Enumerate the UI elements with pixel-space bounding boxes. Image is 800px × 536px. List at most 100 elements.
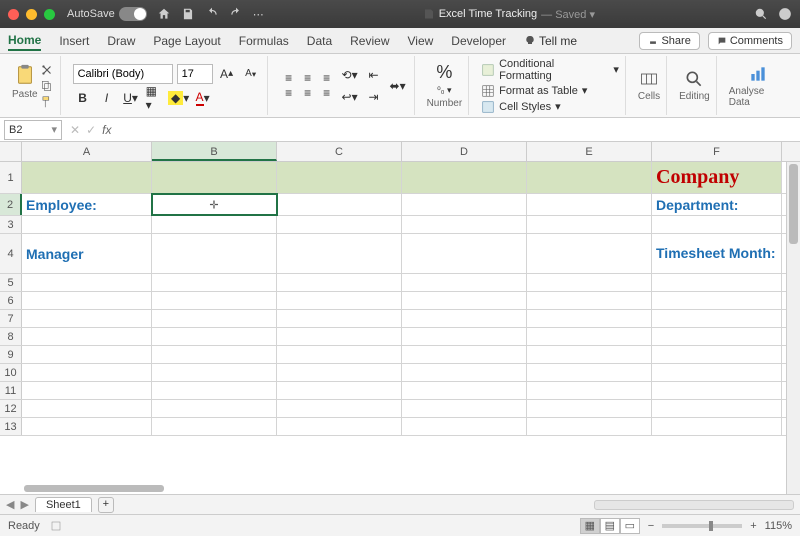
cell-C1[interactable] <box>277 162 402 193</box>
cell-E8[interactable] <box>527 328 652 345</box>
window-controls[interactable] <box>8 9 55 20</box>
overflow-icon[interactable]: ⋯ <box>253 8 264 21</box>
share-button[interactable]: Share <box>639 32 699 50</box>
cell-C12[interactable] <box>277 400 402 417</box>
cell-E11[interactable] <box>527 382 652 399</box>
home-icon[interactable] <box>157 7 171 21</box>
horizontal-scrollbar[interactable] <box>594 500 794 510</box>
tab-data[interactable]: Data <box>307 32 332 50</box>
cell-E12[interactable] <box>527 400 652 417</box>
merge-icon[interactable]: ⬌▾ <box>388 76 408 96</box>
cell-A1[interactable] <box>22 162 152 193</box>
cell-D9[interactable] <box>402 346 527 363</box>
bold-button[interactable]: B <box>73 88 93 108</box>
editing-button[interactable] <box>684 69 704 89</box>
cell-E5[interactable] <box>527 274 652 291</box>
tab-page-layout[interactable]: Page Layout <box>153 32 220 50</box>
cancel-icon[interactable]: ✕ <box>70 123 80 137</box>
emoji-icon[interactable] <box>778 7 792 21</box>
cell-D13[interactable] <box>402 418 527 435</box>
cell-E4[interactable] <box>527 234 652 273</box>
autosave[interactable]: AutoSave <box>67 7 147 21</box>
row-header-12[interactable]: 12 <box>0 400 22 417</box>
cell-F7[interactable] <box>652 310 782 327</box>
autosave-toggle[interactable] <box>119 7 147 21</box>
cell-B8[interactable] <box>152 328 277 345</box>
close-window[interactable] <box>8 9 19 20</box>
border-button[interactable]: ▦ ▾ <box>145 88 165 108</box>
cell-C4[interactable] <box>277 234 402 273</box>
zoom-slider[interactable] <box>662 524 742 528</box>
cell-A7[interactable] <box>22 310 152 327</box>
font-color-button[interactable]: A▾ <box>193 88 213 108</box>
col-header-A[interactable]: A <box>22 142 152 161</box>
cell-E3[interactable] <box>527 216 652 233</box>
cell-C3[interactable] <box>277 216 402 233</box>
align-right-icon[interactable]: ≡ <box>318 86 336 100</box>
sheet-nav-prev[interactable]: ◀ <box>6 498 14 511</box>
cell-F2[interactable]: Department: <box>652 194 782 215</box>
cell-A6[interactable] <box>22 292 152 309</box>
zoom-in-button[interactable]: + <box>750 520 756 532</box>
row-header-2[interactable]: 2 <box>0 194 22 215</box>
font-size-select[interactable] <box>177 64 213 84</box>
horizontal-scrollbar-thumb[interactable] <box>24 485 164 492</box>
format-painter-icon[interactable] <box>40 95 54 109</box>
cell-A4[interactable]: Manager <box>22 234 152 273</box>
tab-developer[interactable]: Developer <box>451 32 506 50</box>
tab-view[interactable]: View <box>408 32 434 50</box>
cell-B4[interactable] <box>152 234 277 273</box>
accessibility-icon[interactable] <box>50 520 62 532</box>
name-box[interactable]: B2▾ <box>4 120 62 140</box>
cell-B5[interactable] <box>152 274 277 291</box>
zoom-level[interactable]: 115% <box>765 520 792 532</box>
cell-F13[interactable] <box>652 418 782 435</box>
cell-E13[interactable] <box>527 418 652 435</box>
analyse-data-button[interactable] <box>748 64 768 84</box>
cell-E7[interactable] <box>527 310 652 327</box>
cell-D7[interactable] <box>402 310 527 327</box>
tab-review[interactable]: Review <box>350 32 389 50</box>
row-header-8[interactable]: 8 <box>0 328 22 345</box>
fx-icon[interactable]: fx <box>102 123 111 137</box>
comments-button[interactable]: Comments <box>708 32 792 50</box>
row-header-10[interactable]: 10 <box>0 364 22 381</box>
cell-A3[interactable] <box>22 216 152 233</box>
increase-font-icon[interactable]: A▴ <box>217 64 237 84</box>
cell-E2[interactable] <box>527 194 652 215</box>
row-header-13[interactable]: 13 <box>0 418 22 435</box>
orientation-icon[interactable]: ⟲▾ <box>340 65 360 85</box>
save-icon[interactable] <box>181 7 195 21</box>
cell-A13[interactable] <box>22 418 152 435</box>
tab-insert[interactable]: Insert <box>59 32 89 50</box>
align-middle-icon[interactable]: ≡ <box>299 71 317 85</box>
number-format-button[interactable]: % ⁰₀ ▾ <box>436 62 452 96</box>
cell-B11[interactable] <box>152 382 277 399</box>
cell-F1[interactable]: Company <box>652 162 782 193</box>
redo-icon[interactable] <box>229 7 243 21</box>
vertical-scrollbar[interactable] <box>786 162 800 494</box>
font-name-select[interactable] <box>73 64 173 84</box>
cell-F4[interactable]: Timesheet Month: <box>652 234 782 273</box>
cell-styles-button[interactable]: Cell Styles▾ <box>481 99 561 115</box>
cell-E6[interactable] <box>527 292 652 309</box>
formula-input[interactable] <box>111 118 800 141</box>
zoom-out-button[interactable]: − <box>648 520 654 532</box>
underline-button[interactable]: U ▾ <box>121 88 141 108</box>
select-all-corner[interactable] <box>0 142 22 161</box>
cell-C10[interactable] <box>277 364 402 381</box>
sheet-nav-next[interactable]: ▶ <box>20 498 28 511</box>
cell-F5[interactable] <box>652 274 782 291</box>
align-left-icon[interactable]: ≡ <box>280 86 298 100</box>
align-top-icon[interactable]: ≡ <box>280 71 298 85</box>
cell-A9[interactable] <box>22 346 152 363</box>
cell-F10[interactable] <box>652 364 782 381</box>
cell-F12[interactable] <box>652 400 782 417</box>
undo-icon[interactable] <box>205 7 219 21</box>
col-header-C[interactable]: C <box>277 142 402 161</box>
copy-icon[interactable] <box>40 79 54 93</box>
align-bottom-icon[interactable]: ≡ <box>318 71 336 85</box>
cell-A8[interactable] <box>22 328 152 345</box>
cell-F8[interactable] <box>652 328 782 345</box>
fill-color-button[interactable]: ◆▾ <box>169 88 189 108</box>
